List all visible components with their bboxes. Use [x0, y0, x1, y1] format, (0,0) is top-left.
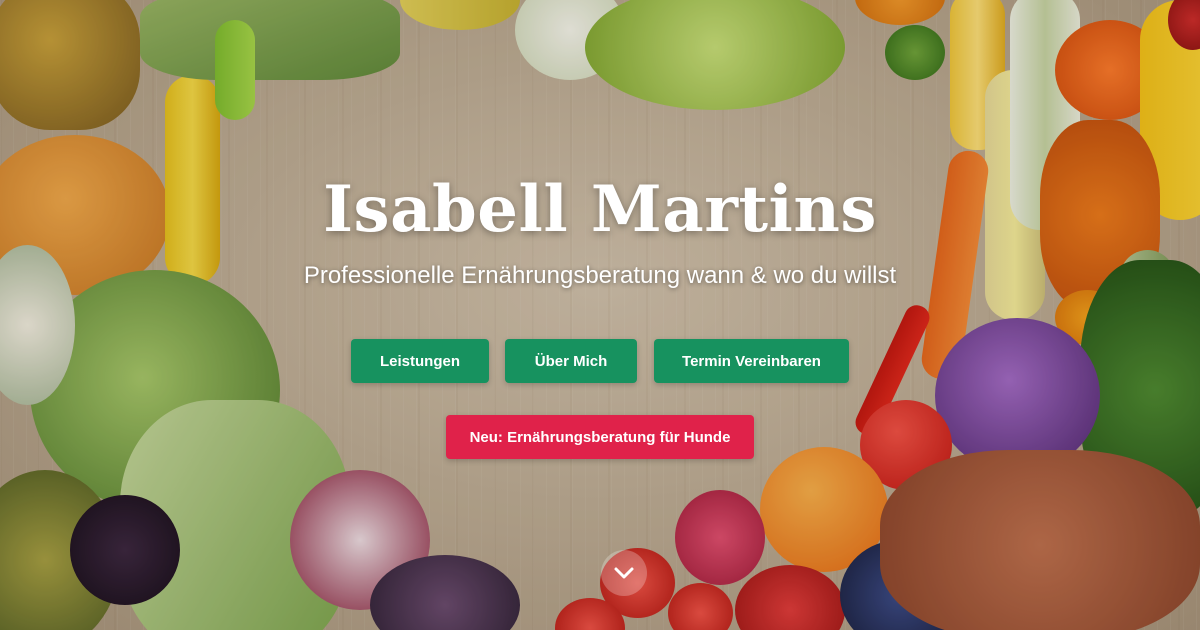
about-button[interactable]: Über Mich: [505, 339, 637, 383]
scroll-down-button[interactable]: [601, 550, 647, 596]
page-title: Isabell Martins: [323, 172, 877, 247]
dog-nutrition-button[interactable]: Neu: Ernährungsberatung für Hunde: [446, 415, 754, 459]
hero-section: Isabell Martins Professionelle Ernährung…: [0, 0, 1200, 630]
page-subtitle: Professionelle Ernährungsberatung wann &…: [303, 262, 897, 289]
appointment-button[interactable]: Termin Vereinbaren: [654, 339, 849, 383]
chevron-down-icon: [614, 567, 634, 579]
services-button[interactable]: Leistungen: [351, 339, 489, 383]
image-overlay: [0, 0, 1200, 630]
